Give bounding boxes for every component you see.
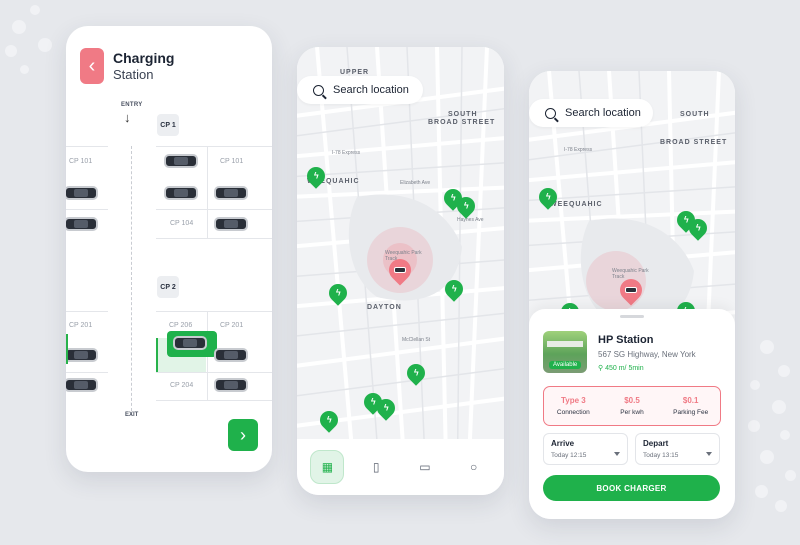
depart-select[interactable]: Depart Today 13:15 (635, 433, 720, 465)
bolt-icon: ϟ (450, 193, 456, 204)
slot-label: CP 201 (69, 322, 93, 329)
caret-down-icon (706, 452, 712, 456)
station-name: HP Station (598, 334, 654, 346)
zone-tag-cp2: CP 2 (157, 276, 179, 298)
location-pin-icon: ⚲ (598, 365, 604, 372)
car-icon (625, 287, 637, 293)
calendar-icon: ▭ (419, 460, 431, 474)
map-screen: UPPER SOUTH BROAD STREET WEEQUAHIC DAYTO… (297, 47, 504, 495)
search-icon (313, 84, 324, 96)
bolt-icon: ϟ (545, 192, 551, 203)
street-label: Elizabeth Ave (400, 180, 431, 186)
slot-label: CP 206 (169, 322, 193, 329)
bolt-icon: ϟ (313, 171, 319, 182)
arrow-down-icon: ↓ (124, 110, 131, 125)
parked-car (214, 348, 248, 362)
battery-icon: ▯ (372, 460, 380, 474)
parked-car (214, 378, 248, 392)
map-view[interactable]: UPPER SOUTH BROAD STREET WEEQUAHIC DAYTO… (297, 47, 504, 495)
bolt-icon: ϟ (326, 415, 332, 426)
parked-car (66, 348, 98, 362)
bolt-icon: ϟ (335, 288, 341, 299)
slot-label: CP 104 (170, 220, 194, 227)
street-label: Haynes Ave (457, 217, 484, 223)
slot-label: CP 101 (220, 158, 244, 165)
bolt-icon: ϟ (413, 368, 419, 379)
street-label: I-78 Express (564, 147, 593, 153)
station-sheet: Available HP Station 567 SG Highway, New… (529, 309, 735, 519)
station-photo: Available (543, 331, 587, 373)
arrive-select[interactable]: Arrive Today 12:15 (543, 433, 628, 465)
bolt-icon: ϟ (683, 215, 689, 226)
station-detail-screen: SOUTH BROAD STREET WEEQUAHIC I-78 Expres… (529, 71, 735, 519)
stat-price: $0.5 Per kwh (620, 396, 644, 416)
area-label: DAYTON (367, 304, 402, 311)
search-input[interactable]: Search location (297, 76, 423, 104)
search-icon (545, 107, 556, 119)
stat-connection: Type 3 Connection (556, 396, 590, 416)
bottom-tab-bar: ▦ ▯ ▭ ○ (297, 439, 504, 495)
search-input[interactable]: Search location (529, 99, 653, 127)
search-placeholder: Search location (333, 84, 409, 96)
bolt-icon: ϟ (383, 403, 389, 414)
driving-lane (131, 146, 132, 416)
bolt-icon: ϟ (695, 223, 701, 234)
parked-car (214, 217, 248, 231)
car-icon (173, 336, 207, 350)
chevron-right-icon: › (240, 424, 246, 445)
parked-car (214, 186, 248, 200)
bolt-icon: ϟ (451, 284, 457, 295)
station-address: 567 SG Highway, New York (598, 350, 696, 359)
sheet-handle[interactable] (620, 315, 644, 318)
tab-profile[interactable]: ○ (457, 450, 491, 484)
entry-label: ENTRY (121, 102, 143, 108)
parked-car (66, 217, 98, 231)
zone-tag-cp1: CP 1 (157, 114, 179, 136)
stat-parking-fee: $0.1 Parking Fee (673, 396, 709, 416)
slot-label: CP 201 (220, 322, 244, 329)
back-button[interactable]: ‹ (80, 48, 104, 84)
car-icon (394, 267, 406, 273)
parked-car (164, 154, 198, 168)
tab-calendar[interactable]: ▭ (408, 450, 442, 484)
tab-map[interactable]: ▦ (310, 450, 345, 484)
area-label: BROAD STREET (660, 139, 728, 146)
parked-car (164, 186, 198, 200)
parked-car (66, 186, 98, 200)
bolt-icon: ϟ (370, 397, 376, 408)
street-label: McClellan St (402, 337, 431, 343)
page-title: Charging (113, 50, 175, 66)
chevron-left-icon: ‹ (88, 54, 96, 77)
slot-label: CP 204 (170, 382, 194, 389)
search-placeholder: Search location (565, 107, 641, 119)
next-button[interactable]: › (228, 419, 258, 451)
station-distance: ⚲ 450 m/ 5min (598, 365, 644, 372)
area-label: SOUTH (448, 111, 478, 118)
exit-label: EXIT (125, 412, 139, 418)
tab-charger[interactable]: ▯ (359, 450, 393, 484)
street-label: I-78 Express (332, 150, 361, 156)
area-label: SOUTH (680, 111, 710, 118)
station-stats: Type 3 Connection $0.5 Per kwh $0.1 Park… (543, 386, 721, 426)
parked-car (66, 378, 98, 392)
parking-layout-screen: ‹ Charging Station ENTRY ↓ EXIT CP 1 CP … (66, 26, 272, 472)
area-label: WEEQUAHIC (550, 201, 603, 208)
slot-label: CP 101 (69, 158, 93, 165)
selected-car[interactable] (167, 331, 217, 357)
slot-indicator (66, 334, 68, 364)
status-badge: Available (549, 361, 582, 369)
area-label: BROAD STREET (428, 119, 496, 126)
map-icon: ▦ (321, 460, 334, 474)
bolt-icon: ϟ (463, 201, 469, 212)
book-charger-button[interactable]: BOOK CHARGER (543, 475, 720, 501)
caret-down-icon (614, 452, 620, 456)
user-icon: ○ (470, 460, 478, 474)
page-subtitle: Station (113, 67, 154, 82)
area-label: UPPER (340, 69, 370, 76)
